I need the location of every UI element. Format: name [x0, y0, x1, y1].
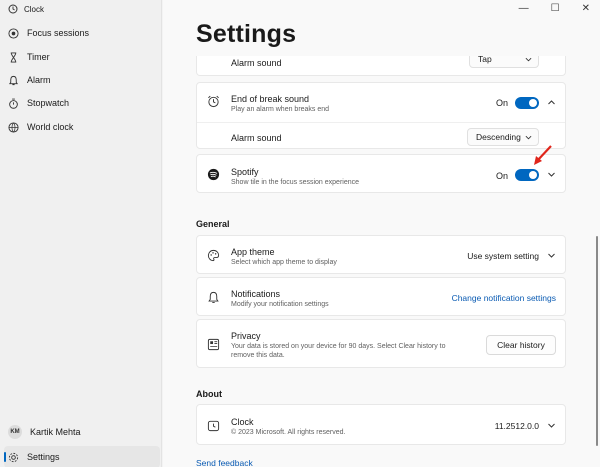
chevron-up-icon[interactable]	[547, 98, 556, 107]
privacy-card: Privacy Your data is stored on your devi…	[196, 319, 566, 368]
bell-icon	[208, 291, 219, 303]
main-content: — ☐ ✕ Settings Alarm sound Tap End of br…	[163, 0, 600, 467]
alarm-sound-label: Alarm sound	[231, 58, 282, 68]
about-title: Clock	[231, 417, 254, 427]
privacy-title: Privacy	[231, 331, 261, 341]
minimize-button[interactable]: —	[519, 3, 529, 14]
sidebar-item-stopwatch[interactable]: Stopwatch	[4, 92, 160, 114]
sidebar: Clock Focus sessions Timer Alarm Stopwat…	[0, 0, 162, 467]
stopwatch-icon	[9, 98, 18, 109]
notifications-desc: Modify your notification settings	[231, 301, 329, 308]
gear-icon	[8, 452, 19, 462]
app-theme-value[interactable]: Use system setting	[467, 251, 539, 261]
bell-icon	[8, 75, 19, 85]
annotation-arrow-icon	[534, 145, 552, 165]
sidebar-item-label: Focus sessions	[27, 28, 90, 38]
user-name: Kartik Mehta	[30, 427, 81, 437]
app-title-label: Clock	[24, 4, 45, 14]
sidebar-item-label: Timer	[27, 52, 50, 62]
sidebar-item-label: Stopwatch	[27, 98, 70, 108]
clock-app-icon	[207, 420, 220, 432]
close-button[interactable]: ✕	[582, 3, 590, 14]
clear-history-button[interactable]: Clear history	[486, 335, 556, 355]
sidebar-item-label: Settings	[27, 452, 60, 462]
alarm-sound-value: Descending	[476, 132, 521, 142]
sidebar-item-focus-sessions[interactable]: Focus sessions	[4, 22, 160, 44]
chevron-down-icon	[525, 135, 532, 140]
page-title: Settings	[196, 20, 297, 48]
app-theme-desc: Select which app theme to display	[231, 259, 337, 266]
end-of-break-desc: Play an alarm when breaks end	[231, 106, 330, 113]
app-theme-card[interactable]: App theme Select which app theme to disp…	[196, 235, 566, 274]
app-title: Clock	[8, 4, 44, 14]
privacy-desc-line1: Your data is stored on your device for 9…	[231, 343, 446, 350]
chevron-down-icon[interactable]	[547, 251, 556, 260]
end-of-break-title: End of break sound	[231, 94, 310, 104]
alarm-sound-label: Alarm sound	[231, 133, 282, 143]
end-of-break-toggle[interactable]	[515, 97, 539, 109]
alarm-clock-icon	[208, 95, 219, 108]
end-of-break-state: On	[495, 98, 508, 108]
alarm-sound-row-top: Alarm sound Tap	[196, 56, 566, 76]
chevron-down-icon[interactable]	[547, 170, 556, 179]
about-card[interactable]: Clock © 2023 Microsoft. All rights reser…	[196, 404, 566, 445]
spotify-icon	[207, 168, 220, 181]
spotify-state: On	[495, 171, 508, 181]
alarm-sound-value: Tap	[478, 56, 492, 64]
clock-app-icon	[8, 4, 18, 14]
change-notification-settings-link[interactable]: Change notification settings	[452, 293, 556, 303]
app-theme-title: App theme	[231, 247, 275, 257]
sidebar-item-alarm[interactable]: Alarm	[4, 69, 160, 91]
app-version: 11.2512.0.0	[494, 421, 539, 431]
notifications-card: Notifications Modify your notification s…	[196, 277, 566, 316]
hourglass-icon	[10, 51, 17, 63]
sidebar-item-timer[interactable]: Timer	[4, 46, 160, 68]
sidebar-item-world-clock[interactable]: World clock	[4, 116, 160, 138]
notifications-title: Notifications	[231, 289, 281, 299]
spotify-toggle[interactable]	[515, 169, 539, 181]
user-account[interactable]: KM Kartik Mehta	[4, 421, 160, 443]
about-desc: © 2023 Microsoft. All rights reserved.	[231, 429, 346, 436]
chevron-down-icon	[525, 57, 532, 62]
sidebar-item-settings[interactable]: Settings	[4, 446, 160, 467]
spotify-card: Spotify Show tile in the focus session e…	[196, 154, 566, 193]
alarm-sound-dropdown[interactable]: Descending	[467, 128, 539, 146]
spotify-desc: Show tile in the focus session experienc…	[231, 179, 360, 186]
palette-icon	[207, 249, 220, 262]
sidebar-item-label: Alarm	[27, 75, 51, 85]
sidebar-item-label: World clock	[27, 122, 74, 132]
end-of-break-sound-card: End of break sound Play an alarm when br…	[196, 82, 566, 149]
globe-icon	[8, 121, 19, 133]
focus-icon	[8, 27, 19, 39]
alarm-sound-dropdown[interactable]: Tap	[469, 56, 539, 68]
scrollbar[interactable]	[596, 236, 598, 446]
privacy-icon	[207, 338, 220, 351]
chevron-down-icon[interactable]	[547, 421, 556, 430]
general-heading: General	[196, 219, 230, 229]
avatar: KM	[8, 425, 22, 439]
send-feedback-link[interactable]: Send feedback	[196, 458, 253, 467]
about-heading: About	[196, 389, 222, 399]
privacy-desc-line2: remove this data.	[231, 352, 285, 359]
maximize-button[interactable]: ☐	[551, 3, 560, 14]
window-controls: — ☐ ✕	[519, 3, 590, 14]
spotify-title: Spotify	[231, 167, 259, 177]
